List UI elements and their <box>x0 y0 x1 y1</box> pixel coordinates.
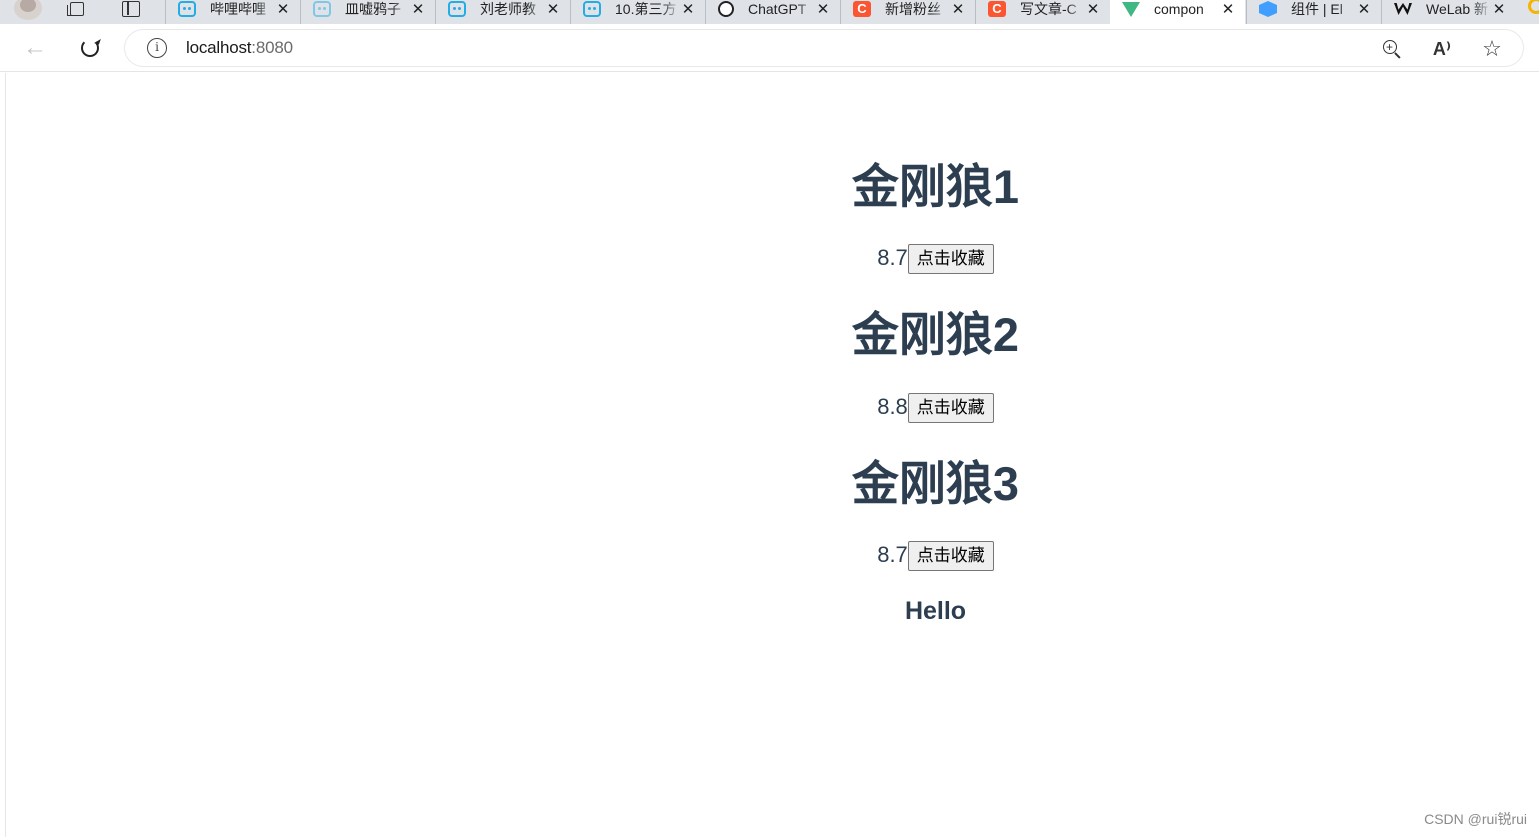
close-icon[interactable]: ✕ <box>276 0 290 18</box>
favorite-button[interactable]: 点击收藏 <box>907 541 994 571</box>
back-button[interactable]: ← <box>21 34 49 62</box>
bilibili-icon <box>313 1 331 17</box>
movie-row: 8.8 点击收藏 <box>6 393 1539 423</box>
tab-csdn-fans[interactable]: C 新增粉丝 ✕ <box>840 0 975 24</box>
close-icon[interactable]: ✕ <box>816 0 830 18</box>
tab-strip: 哔哩哔哩 ✕ 皿嘘鸦子 ✕ 刘老师教 ✕ 10.第三方 ✕ ChatGPT ✕ … <box>0 0 1539 24</box>
welab-icon <box>1394 3 1412 15</box>
bilibili-icon <box>583 1 601 17</box>
tab-welab[interactable]: WeLab 新 ✕ <box>1381 0 1516 24</box>
tab-label: compon <box>1154 1 1204 17</box>
movie-row: 8.7 点击收藏 <box>6 244 1539 274</box>
close-icon[interactable]: ✕ <box>1086 0 1100 18</box>
tab-bilibili-2[interactable]: 皿嘘鸦子 ✕ <box>300 0 435 24</box>
tab-element-ui[interactable]: 组件 | El ✕ <box>1246 0 1381 24</box>
tab-bilibili-3[interactable]: 刘老师教 ✕ <box>435 0 570 24</box>
tab-label: 刘老师教 <box>480 1 536 17</box>
info-icon[interactable]: i <box>147 38 167 58</box>
movie-title: 金刚狼2 <box>851 308 1020 361</box>
favorite-button[interactable]: 点击收藏 <box>907 244 994 274</box>
next-tab-icon[interactable] <box>1528 0 1539 14</box>
reload-button[interactable] <box>76 34 104 62</box>
vertical-tabs-icon[interactable] <box>120 0 142 18</box>
tab-label: 写文章-C <box>1020 1 1077 17</box>
close-icon[interactable]: ✕ <box>1492 0 1506 18</box>
vue-icon <box>1122 1 1140 17</box>
url-host: localhost <box>186 38 252 57</box>
tab-label: 组件 | El <box>1291 1 1343 17</box>
address-bar[interactable]: i localhost:8080 A⁾ ☆ <box>125 30 1523 66</box>
tab-label: 10.第三方 <box>615 1 677 17</box>
movie-score: 8.7 <box>877 542 908 567</box>
tab-label: ChatGPT <box>748 1 807 17</box>
bilibili-icon <box>448 1 466 17</box>
favorite-star-icon[interactable]: ☆ <box>1481 38 1503 60</box>
workspaces-icon[interactable] <box>66 0 88 18</box>
zoom-icon[interactable] <box>1381 36 1403 60</box>
hello-heading: Hello <box>904 597 967 625</box>
close-icon[interactable]: ✕ <box>411 0 425 18</box>
csdn-icon: C <box>988 1 1006 17</box>
movie-title: 金刚狼1 <box>851 160 1020 213</box>
tab-label: 新增粉丝 <box>885 1 941 17</box>
tab-bilibili-4[interactable]: 10.第三方 ✕ <box>570 0 705 24</box>
browser-toolbar: ← i localhost:8080 A⁾ ☆ <box>0 24 1539 72</box>
tab-chatgpt[interactable]: ChatGPT ✕ <box>705 0 840 24</box>
tab-label: 皿嘘鸦子 <box>345 1 401 17</box>
element-icon <box>1259 1 1277 17</box>
close-icon[interactable]: ✕ <box>681 0 695 18</box>
url-port: :8080 <box>251 38 293 57</box>
favorite-button[interactable]: 点击收藏 <box>907 393 994 423</box>
close-icon[interactable]: ✕ <box>1357 0 1371 18</box>
csdn-icon: C <box>853 1 871 17</box>
movie-score: 8.8 <box>877 394 908 419</box>
openai-icon <box>718 1 734 17</box>
watermark: CSDN @rui锐rui <box>1424 811 1527 827</box>
close-icon[interactable]: ✕ <box>546 0 560 18</box>
reload-icon <box>81 39 99 57</box>
address-url[interactable]: localhost:8080 <box>186 38 293 58</box>
read-aloud-icon[interactable]: A⁾ <box>1431 38 1453 60</box>
close-icon[interactable]: ✕ <box>951 0 965 18</box>
profile-avatar[interactable] <box>14 0 42 20</box>
tab-label: 哔哩哔哩 <box>210 1 266 17</box>
movie-row: 8.7 点击收藏 <box>6 541 1539 571</box>
bilibili-icon <box>178 1 196 17</box>
movie-score: 8.7 <box>877 245 908 270</box>
movie-title: 金刚狼3 <box>851 457 1020 510</box>
tab-csdn-write[interactable]: C 写文章-C ✕ <box>975 0 1110 24</box>
close-icon[interactable]: ✕ <box>1221 0 1235 18</box>
tab-bilibili[interactable]: 哔哩哔哩 ✕ <box>165 0 300 24</box>
back-arrow-icon: ← <box>23 34 47 61</box>
page-viewport: 金刚狼1 8.7 点击收藏 金刚狼2 8.8 点击收藏 金刚狼3 8.7 点击收… <box>5 73 1539 837</box>
tab-components-active[interactable]: compon ✕ <box>1110 0 1245 24</box>
tab-label: WeLab 新 <box>1426 1 1488 17</box>
